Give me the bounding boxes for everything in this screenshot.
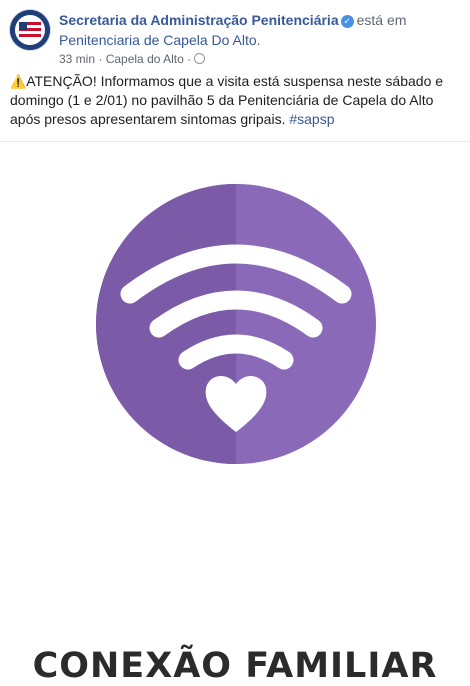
page-avatar-flag-icon (10, 10, 50, 50)
post-subline: 33 min · Capela do Alto · (59, 51, 206, 67)
verified-check-icon: ✓ (340, 15, 354, 28)
post-body: ATENÇÃO! Informamos que a visita está su… (10, 73, 444, 127)
image-caption: CONEXÃO FAMILIAR (32, 646, 438, 686)
author-name[interactable]: Secretaria da Administração Penitenciári… (59, 12, 339, 28)
hashtag-link[interactable]: #sapsp (289, 111, 334, 127)
location-link[interactable]: Penitenciaria de Capela Do Alto. (59, 32, 261, 48)
post-text: ⚠️ATENÇÃO! Informamos que a visita está … (10, 72, 462, 129)
warning-icon: ⚠️ (10, 74, 27, 89)
post-image[interactable]: CONEXÃO FAMILIAR (0, 142, 470, 686)
timestamp[interactable]: 33 min (59, 52, 95, 66)
location-connector: está em (356, 12, 407, 28)
avatar[interactable] (10, 10, 50, 50)
place-link[interactable]: Capela do Alto (106, 52, 184, 66)
post-meta: Secretaria da Administração Penitenciári… (59, 10, 459, 50)
wifi-heart-icon (96, 184, 376, 464)
globe-icon (194, 53, 206, 64)
post-header: Secretaria da Administração Penitenciári… (10, 8, 462, 68)
